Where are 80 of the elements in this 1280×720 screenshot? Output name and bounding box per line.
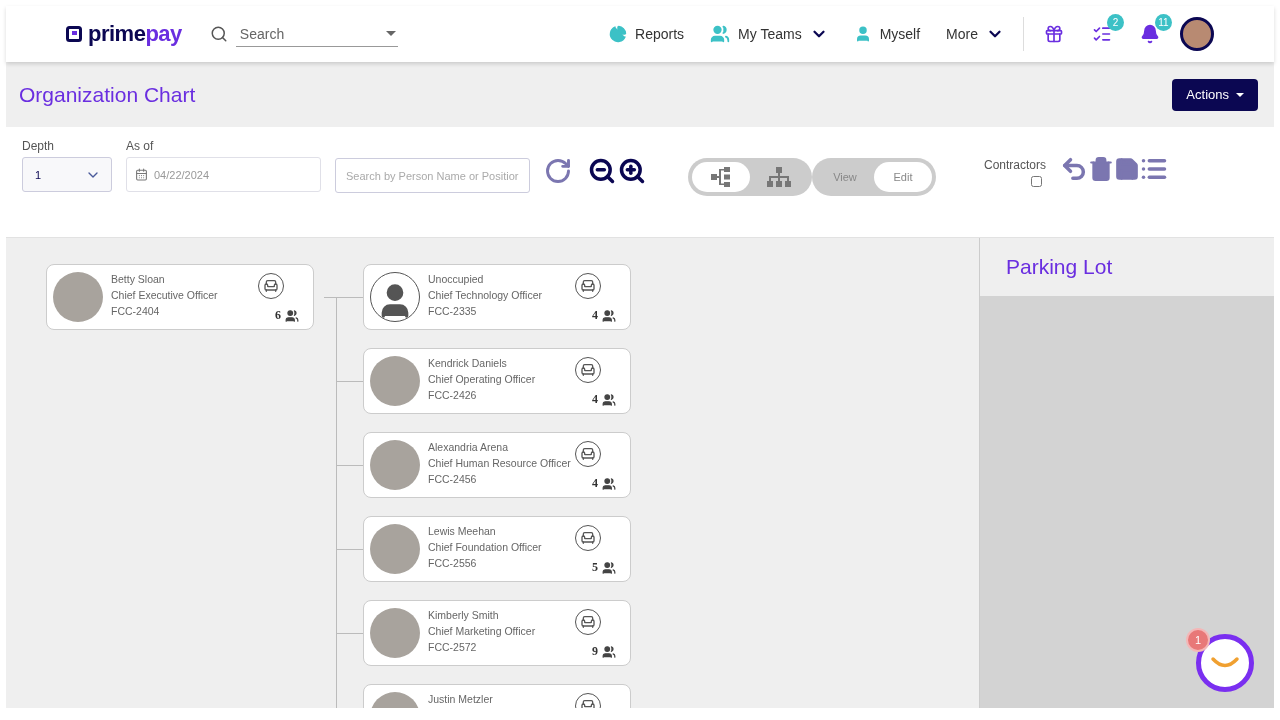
nav-link[interactable]: My Teams bbox=[697, 24, 841, 44]
users-icon bbox=[602, 560, 616, 575]
caret-icon bbox=[385, 31, 396, 36]
notification-badge: 11 bbox=[1155, 14, 1172, 31]
position-code: FCC-2456 bbox=[428, 473, 478, 485]
report-count: 6 bbox=[275, 308, 281, 323]
employee-card[interactable]: Betty Sloan Chief Executive Officer FCC-2404 6 bbox=[46, 264, 314, 330]
position-code: FCC-2556 bbox=[428, 557, 478, 569]
contractors-checkbox[interactable] bbox=[1031, 176, 1043, 187]
nav-link[interactable]: Reports bbox=[596, 25, 698, 43]
notification-badge: 1 bbox=[1186, 628, 1210, 652]
notification-badge: 2 bbox=[1107, 14, 1124, 31]
employee-card[interactable]: Justin Metzler bbox=[363, 684, 631, 708]
field-label: Depth bbox=[22, 139, 56, 153]
refresh-icon[interactable] bbox=[544, 157, 572, 185]
employee-name: Alexandria Arena bbox=[428, 441, 509, 453]
report-count: 4 bbox=[592, 476, 598, 491]
report-count: 9 bbox=[592, 644, 598, 659]
report-count: 4 bbox=[592, 308, 598, 323]
logo-icon bbox=[66, 26, 82, 42]
position-code: FCC-2426 bbox=[428, 389, 478, 401]
employee-name: Unoccupied bbox=[428, 273, 485, 285]
employee-name: Kimberly Smith bbox=[428, 609, 500, 621]
position-code: FCC-2335 bbox=[428, 305, 478, 317]
users-icon bbox=[602, 392, 616, 407]
user-avatar[interactable] bbox=[1180, 17, 1214, 51]
pie-chart-icon bbox=[609, 25, 628, 43]
mode-option[interactable]: Edit bbox=[874, 162, 932, 192]
employee-card[interactable]: Kimberly Smith Chief Marketing Officer FCC-2572 9 bbox=[363, 600, 631, 666]
panel-title: Parking Lot bbox=[980, 238, 1274, 296]
bell-icon bbox=[1140, 24, 1160, 44]
trash-icon[interactable] bbox=[1088, 156, 1115, 182]
list-icon bbox=[1092, 24, 1112, 44]
horizontal-tree-icon bbox=[710, 166, 732, 188]
users-icon bbox=[602, 476, 616, 491]
gift-icon bbox=[1044, 24, 1064, 44]
position-code: FCC-2572 bbox=[428, 641, 478, 653]
employee-card[interactable]: Unoccupied Chief Technology Officer FCC-2335 4 bbox=[363, 264, 631, 330]
page-title: Organization Chart bbox=[19, 82, 196, 107]
checkbox-label: Contractors bbox=[984, 158, 1047, 172]
employee-card[interactable]: Alexandria Arena Chief Human Resource Officer FCC-2456 4 bbox=[363, 432, 631, 498]
employee-name: Justin Metzler bbox=[428, 693, 493, 705]
smile-icon bbox=[1210, 656, 1240, 670]
toolbar-icon-button[interactable] bbox=[1044, 24, 1064, 44]
save-icon[interactable] bbox=[1114, 156, 1141, 182]
actions-button[interactable]: Actions bbox=[1172, 78, 1258, 111]
calendar-icon bbox=[135, 168, 148, 181]
job-title: Chief Human Resource Officer bbox=[428, 457, 571, 469]
job-title: Chief Marketing Officer bbox=[428, 625, 536, 637]
zoom-out-icon[interactable] bbox=[588, 157, 616, 185]
nav-link[interactable]: Myself bbox=[840, 25, 934, 43]
depth-select[interactable]: 1 bbox=[22, 157, 112, 192]
employee-name: Kendrick Daniels bbox=[428, 357, 508, 369]
job-title: Chief Executive Officer bbox=[111, 289, 218, 301]
users-icon bbox=[285, 308, 299, 323]
job-title: Chief Foundation Officer bbox=[428, 541, 542, 553]
search-icon bbox=[209, 25, 228, 43]
nav-link[interactable]: More bbox=[933, 25, 1017, 43]
layout-option[interactable] bbox=[692, 162, 750, 192]
employee-card[interactable]: Kendrick Daniels Chief Operating Officer FCC-2426 4 bbox=[363, 348, 631, 414]
hierarchy-icon bbox=[766, 166, 792, 188]
report-count: 4 bbox=[592, 392, 598, 407]
zoom-in-icon[interactable] bbox=[618, 157, 646, 185]
search-field[interactable]: Search by Person Name or Positior bbox=[335, 158, 530, 193]
employee-name: Lewis Meehan bbox=[428, 525, 497, 537]
position-code: FCC-2404 bbox=[111, 305, 161, 317]
field-label: As of bbox=[126, 139, 155, 153]
toolbar-icon-button[interactable] bbox=[1092, 24, 1112, 44]
users-icon bbox=[602, 644, 616, 659]
job-title: Chief Operating Officer bbox=[428, 373, 536, 385]
users-icon bbox=[602, 308, 616, 323]
chat-button[interactable] bbox=[1196, 634, 1254, 692]
search-field[interactable]: Search bbox=[237, 24, 386, 43]
report-count: 5 bbox=[592, 560, 598, 575]
toolbar-icon-button[interactable] bbox=[1140, 24, 1160, 44]
employee-name: Betty Sloan bbox=[111, 273, 166, 285]
job-title: Chief Technology Officer bbox=[428, 289, 542, 301]
employee-card[interactable]: Lewis Meehan Chief Foundation Officer FCC-2556 5 bbox=[363, 516, 631, 582]
logo-text: primepay bbox=[88, 21, 182, 47]
users-icon bbox=[710, 24, 731, 44]
